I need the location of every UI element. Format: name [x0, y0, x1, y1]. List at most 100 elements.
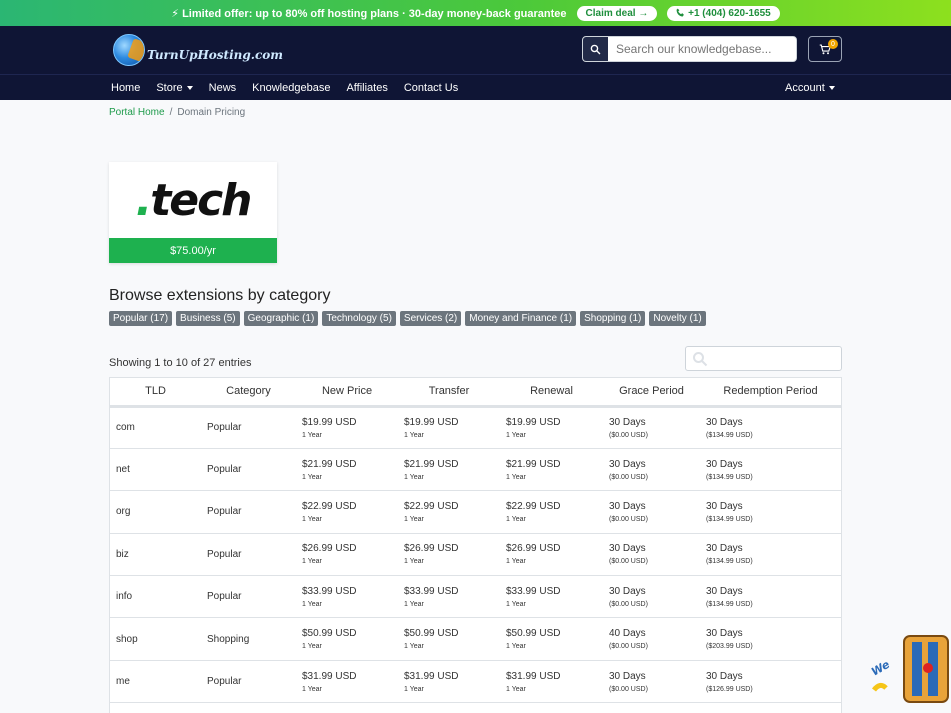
column-header-grace-period[interactable]: Grace Period	[603, 378, 700, 408]
redemption-period-cell: 30 Days ($134.99 USD)	[700, 406, 841, 448]
category-cell: Popular	[201, 533, 296, 575]
category-cell: Popular	[201, 491, 296, 533]
search-icon	[590, 44, 601, 54]
pricing-table: TLD Category New Price Transfer Renewal …	[109, 377, 842, 713]
grace-period-cell: 40 Days ($0.00 USD)	[603, 618, 700, 660]
watermark-logo-icon: We	[869, 635, 949, 703]
column-header-new-price[interactable]: New Price	[296, 378, 398, 408]
renewal-cell: $21.99 USD 1 Year	[500, 448, 603, 490]
renewal-cell-detail: 1 Year	[506, 558, 526, 566]
renewal-cell: $50.99 USD 1 Year	[500, 618, 603, 660]
column-header-renewal[interactable]: Renewal	[500, 378, 603, 408]
phone-number: +1 (404) 620-1655	[688, 7, 771, 19]
grace-period-cell-value: 30 Days	[609, 500, 646, 512]
grace-period-cell-detail: ($0.00 USD)	[609, 431, 648, 439]
category-cell: Popular	[201, 576, 296, 618]
cart-count-badge: 0	[828, 39, 838, 49]
transfer-cell-value: $19.99 USD	[404, 416, 459, 428]
grace-period-cell-value: 30 Days	[609, 416, 646, 428]
redemption-period-cell: 30 Days ($134.99 USD)	[700, 533, 841, 575]
table-filter-input[interactable]	[685, 346, 842, 371]
svg-text:We: We	[869, 658, 892, 679]
nav-store[interactable]: Store	[156, 82, 193, 94]
category-tags: Popular (17) Business (5) Geographic (1)…	[109, 311, 706, 326]
column-header-category[interactable]: Category	[201, 378, 296, 408]
category-tag[interactable]: Novelty (1)	[649, 311, 706, 326]
nav-news[interactable]: News	[209, 82, 237, 94]
new-price-cell-detail: 1 Year	[302, 600, 322, 608]
category-cell: Popular	[201, 406, 296, 448]
redemption-period-cell: 30 Days ($134.99 USD)	[700, 448, 841, 490]
new-price-cell-value: $22.99 USD	[302, 500, 357, 512]
nav-knowledgebase[interactable]: Knowledgebase	[252, 82, 330, 94]
table-row: me Popular $31.99 USD 1 Year $31.99 USD 1 Yea…	[110, 660, 841, 703]
search-input[interactable]	[608, 37, 796, 61]
breadcrumb-portal-home[interactable]: Portal Home	[109, 107, 165, 118]
renewal-cell-detail: 1 Year	[506, 515, 526, 523]
claim-deal-button[interactable]: Claim deal →	[576, 5, 658, 21]
category-tag[interactable]: Technology (5)	[322, 311, 396, 326]
site-logo[interactable]: TurnUpHosting.com	[113, 34, 283, 66]
featured-tld-card[interactable]: .tech $75.00/yr	[109, 162, 277, 263]
renewal-cell: $33.99 USD 1 Year	[500, 576, 603, 618]
promo-bar: ⚡ Limited offer: up to 80% off hosting p…	[0, 0, 951, 26]
nav-contact-us[interactable]: Contact Us	[404, 82, 458, 94]
cart-button[interactable]: 0	[808, 36, 842, 62]
table-row: info Popular $33.99 USD 1 Year $33.99 USD 1 Y…	[110, 576, 841, 618]
nav-affiliates[interactable]: Affiliates	[346, 82, 387, 94]
nav-home[interactable]: Home	[111, 82, 140, 94]
new-price-cell: $26.99 USD 1 Year	[296, 533, 398, 575]
tld-cell: org	[110, 491, 201, 533]
category-cell-value: Popular	[207, 464, 242, 476]
new-price-cell-detail: 1 Year	[302, 515, 322, 523]
category-cell: Popular	[201, 660, 296, 702]
tld-dot: .	[135, 174, 153, 226]
transfer-cell-value: $26.99 USD	[404, 543, 459, 555]
phone-button[interactable]: +1 (404) 620-1655	[667, 5, 780, 21]
category-tag[interactable]: Money and Finance (1)	[465, 311, 577, 326]
new-price-cell-value: $31.99 USD	[302, 670, 357, 682]
new-price-cell-detail: 1 Year	[302, 473, 322, 481]
grace-period-cell-detail: ($0.00 USD)	[609, 473, 648, 481]
breadcrumb-separator: /	[169, 107, 173, 118]
tld-cell-value: net	[116, 464, 130, 476]
grace-period-cell: 30 Days ($0.00 USD)	[603, 406, 700, 448]
renewal-cell-detail: 1 Year	[506, 600, 526, 608]
renewal-cell: $31.99 USD 1 Year	[500, 660, 603, 702]
redemption-period-cell-detail: ($134.99 USD)	[706, 600, 753, 608]
category-tag[interactable]: Geographic (1)	[243, 311, 319, 326]
new-price-cell-detail: 1 Year	[302, 431, 322, 439]
tld-logo-text: tech	[150, 174, 252, 226]
renewal-cell-value: $33.99 USD	[506, 585, 561, 597]
table-row: org Popular $22.99 USD 1 Year $22.99 USD 1 Ye…	[110, 491, 841, 534]
nav-account[interactable]: Account	[785, 82, 835, 94]
column-header-redemption-period[interactable]: Redemption Period	[700, 378, 841, 408]
tld-logo: .tech	[109, 162, 277, 238]
renewal-cell-value: $19.99 USD	[506, 416, 561, 428]
table-row: com Popular $19.99 USD 1 Year $19.99 USD 1 Ye…	[110, 406, 841, 449]
transfer-cell-value: $31.99 USD	[404, 670, 459, 682]
column-header-tld[interactable]: TLD	[110, 378, 201, 408]
category-tag[interactable]: Popular (17)	[109, 311, 173, 326]
phone-icon	[676, 8, 685, 16]
redemption-period-cell-value: 30 Days	[706, 416, 743, 428]
grace-period-cell: 30 Days ($0.00 USD)	[603, 533, 700, 575]
redemption-period-cell: 30 Days ($126.99 USD)	[700, 660, 841, 702]
column-header-transfer[interactable]: Transfer	[398, 378, 500, 408]
category-tag[interactable]: Shopping (1)	[580, 311, 646, 326]
tld-cell-value: org	[116, 506, 131, 518]
category-tag[interactable]: Services (2)	[399, 311, 462, 326]
tld-cell: shop	[110, 618, 201, 660]
transfer-cell-detail: 1 Year	[404, 685, 424, 693]
new-price-cell-detail: 1 Year	[302, 685, 322, 693]
category-tag[interactable]: Business (5)	[176, 311, 240, 326]
redemption-period-cell-detail: ($134.99 USD)	[706, 558, 753, 566]
transfer-cell-value: $21.99 USD	[404, 458, 459, 470]
whtop-watermark: We	[868, 628, 951, 713]
new-price-cell: $22.99 USD 1 Year	[296, 491, 398, 533]
tld-cell-value: com	[116, 422, 135, 434]
search-button[interactable]	[583, 37, 608, 61]
renewal-cell: $19.99 USD 1 Year	[500, 406, 603, 448]
grace-period-cell-value: 40 Days	[609, 628, 646, 640]
tld-cell-value: me	[116, 676, 130, 688]
